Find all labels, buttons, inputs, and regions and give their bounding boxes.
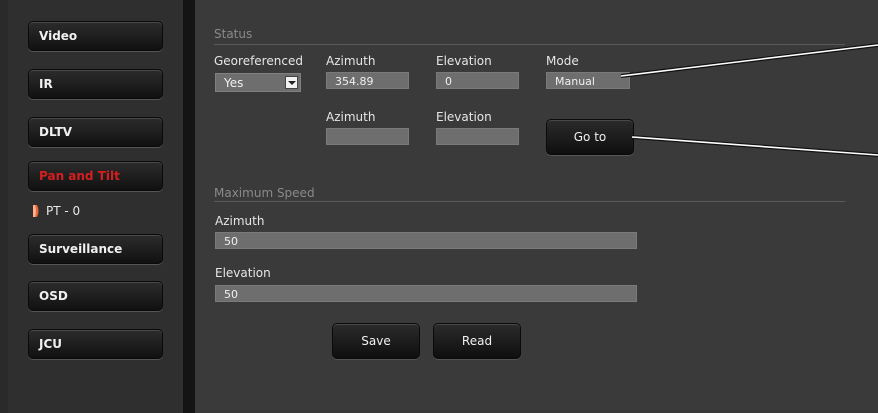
callout-lines [620,43,878,157]
